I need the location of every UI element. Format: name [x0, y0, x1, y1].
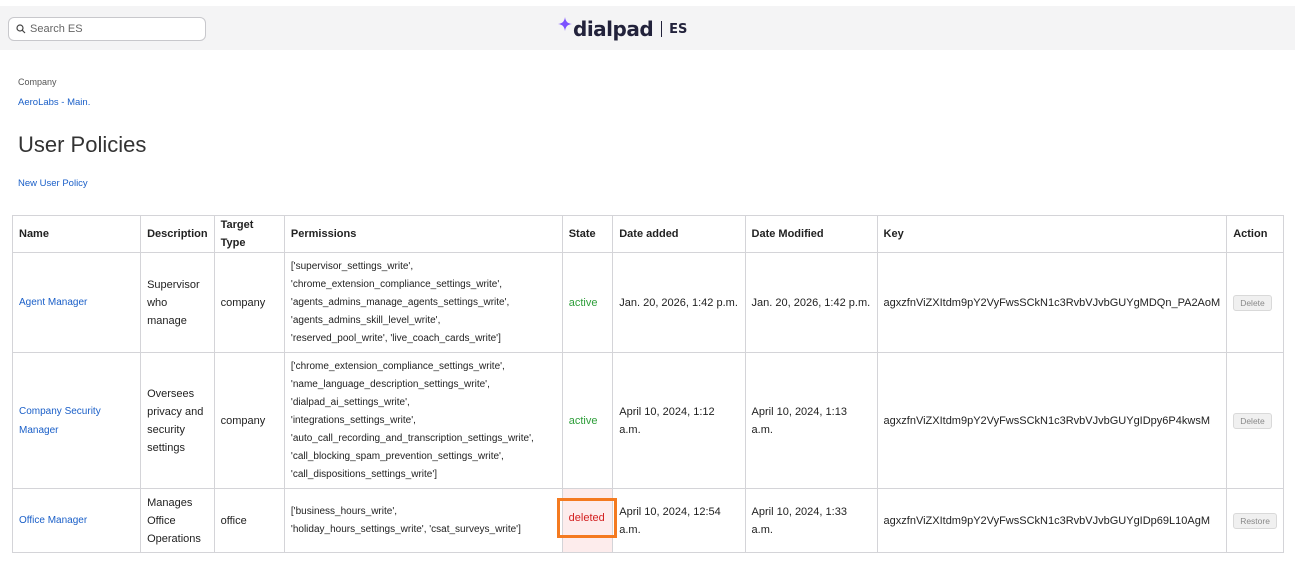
key-cell: agxzfnViZXItdm9pY2VyFwsSCkN1c3RvbVJvbGUY…: [876, 352, 1228, 489]
permissions-cell: ['chrome_extension_compliance_settings_w…: [283, 352, 563, 489]
description-line: Operations: [147, 532, 201, 545]
search-box[interactable]: [8, 17, 206, 41]
policy-name-link[interactable]: Agent Manager: [19, 297, 87, 308]
permissions-cell: ['business_hours_write', 'holiday_hours_…: [283, 488, 563, 553]
state-highlight-box: deleted: [556, 498, 617, 538]
table-row: Company Security Manager Oversees privac…: [11, 352, 1284, 489]
description-line: Office: [147, 514, 176, 527]
permission-line: 'auto_call_recording_and_transcription_s…: [290, 432, 534, 444]
description-cell: Supervisor who manage: [140, 252, 215, 353]
column-header: Name: [11, 215, 142, 253]
description-line: who: [147, 296, 168, 309]
sparkle-icon: [558, 17, 572, 31]
date-added-cell: Jan. 20, 2026, 1:42 p.m.: [612, 252, 746, 353]
delete-button[interactable]: Delete: [1233, 294, 1272, 311]
permission-line: 'agents_admins_manage_agents_settings_wr…: [290, 296, 510, 308]
logo-divider: [661, 21, 663, 37]
search-icon: [16, 24, 26, 34]
permission-line: 'holiday_hours_settings_write', 'csat_su…: [290, 523, 521, 535]
policy-name-link[interactable]: Company Security Manager: [19, 406, 101, 436]
description-line: Oversees: [147, 387, 195, 400]
name-cell: Office Manager: [11, 488, 142, 553]
description-line: settings: [147, 441, 185, 454]
target-type-cell: company: [213, 252, 285, 353]
permission-line: ['business_hours_write',: [290, 505, 397, 517]
breadcrumb-label: Company: [18, 77, 57, 87]
name-cell: Company Security Manager: [11, 352, 142, 489]
permission-line: 'call_dispositions_settings_write']: [290, 468, 438, 480]
column-header: Key: [876, 215, 1228, 253]
state-badge: active: [568, 296, 598, 309]
target-type-cell: office: [213, 488, 285, 553]
permission-line: 'call_blocking_spam_prevention_settings_…: [290, 450, 504, 462]
date-modified-cell: April 10, 2024, 1:33 a.m.: [744, 488, 878, 553]
description-line: privacy and: [147, 405, 204, 418]
delete-button[interactable]: Delete: [1233, 412, 1272, 429]
state-cell: active: [561, 252, 614, 353]
breadcrumb-company-link[interactable]: AeroLabs - Main.: [18, 97, 90, 108]
logo-suffix: ES: [669, 21, 688, 37]
permission-line: 'dialpad_ai_settings_write',: [290, 396, 410, 408]
description-line: Supervisor: [147, 278, 200, 291]
description-cell: Manages Office Operations: [140, 488, 215, 553]
description-line: manage: [147, 314, 187, 327]
permission-line: 'name_language_description_settings_writ…: [290, 378, 490, 390]
permission-line: 'agents_admins_skill_level_write',: [290, 314, 441, 326]
column-header: Target Type: [213, 215, 285, 253]
description-line: security: [147, 423, 185, 436]
permission-line: 'reserved_pool_write', 'live_coach_cards…: [290, 332, 501, 344]
action-cell: Restore: [1226, 488, 1284, 553]
page-title: User Policies: [18, 132, 147, 157]
table-row: Office Manager Manages Office Operations…: [11, 488, 1284, 553]
date-added-cell: April 10, 2024, 1:12 a.m.: [612, 352, 746, 489]
date-modified-cell: Jan. 20, 2026, 1:42 p.m.: [744, 252, 878, 353]
action-cell: Delete: [1226, 252, 1284, 353]
top-bar: dialpad ES: [0, 6, 1295, 50]
column-header: State: [561, 215, 614, 253]
description-cell: Oversees privacy and security settings: [140, 352, 215, 489]
user-policies-table: Name Description Target Type Permissions…: [11, 215, 1284, 553]
description-line: Manages: [147, 496, 193, 509]
permissions-cell: ['supervisor_settings_write', 'chrome_ex…: [283, 252, 563, 353]
state-badge: active: [568, 414, 598, 427]
new-user-policy-link[interactable]: New User Policy: [18, 178, 88, 189]
column-header: Permissions: [283, 215, 563, 253]
table-row: Agent Manager Supervisor who manage comp…: [11, 252, 1284, 353]
key-cell: agxzfnViZXItdm9pY2VyFwsSCkN1c3RvbVJvbGUY…: [876, 252, 1228, 353]
state-badge: deleted: [568, 512, 605, 524]
column-header: Date Modified: [744, 215, 878, 253]
permission-line: 'chrome_extension_compliance_settings_wr…: [290, 278, 503, 290]
search-input[interactable]: [30, 23, 200, 35]
logo-text: dialpad: [573, 17, 654, 41]
policy-name-link[interactable]: Office Manager: [19, 515, 87, 526]
date-modified-cell: April 10, 2024, 1:13 a.m.: [744, 352, 878, 489]
permission-line: ['chrome_extension_compliance_settings_w…: [290, 360, 505, 372]
key-cell: agxzfnViZXItdm9pY2VyFwsSCkN1c3RvbVJvbGUY…: [876, 488, 1228, 553]
column-header: Action: [1226, 215, 1284, 253]
column-header: Date added: [612, 215, 746, 253]
date-added-cell: April 10, 2024, 12:54 a.m.: [612, 488, 746, 553]
restore-button[interactable]: Restore: [1233, 512, 1277, 529]
table-header-row: Name Description Target Type Permissions…: [11, 215, 1284, 253]
permission-line: 'integrations_settings_write',: [290, 414, 416, 426]
target-type-cell: company: [213, 352, 285, 489]
state-cell: deleted: [556, 488, 617, 553]
permission-line: ['supervisor_settings_write',: [290, 260, 414, 272]
state-cell: active: [561, 352, 614, 489]
column-header: Description: [140, 215, 215, 253]
name-cell: Agent Manager: [11, 252, 142, 353]
dialpad-logo[interactable]: dialpad ES: [558, 14, 687, 44]
action-cell: Delete: [1226, 352, 1284, 489]
